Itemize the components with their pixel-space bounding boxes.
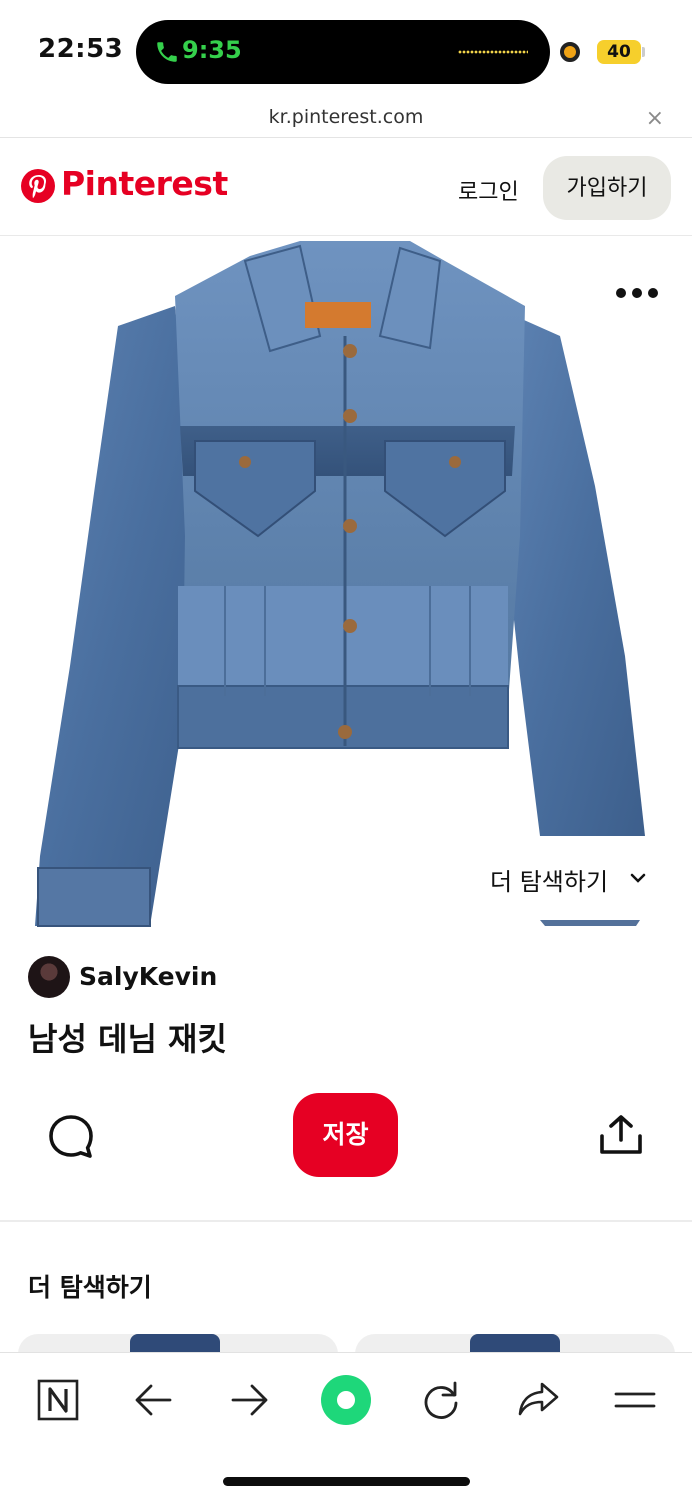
related-pin-card[interactable] <box>18 1334 338 1354</box>
more-options-icon[interactable] <box>614 286 660 300</box>
explore-more-link[interactable]: 더 탐색하기 <box>490 862 608 897</box>
denim-jacket-image <box>35 241 645 927</box>
share-icon[interactable] <box>513 1375 563 1425</box>
url-bar[interactable]: kr.pinterest.com × <box>0 100 692 138</box>
status-bar: 22:53 9:35 40 <box>0 0 692 100</box>
browser-toolbar <box>0 1352 692 1500</box>
home-indicator[interactable] <box>223 1477 470 1486</box>
forward-arrow-icon[interactable] <box>224 1375 274 1425</box>
related-pin-thumbnail <box>470 1334 560 1354</box>
audio-wave-indicator <box>458 50 528 54</box>
comment-icon[interactable] <box>48 1114 94 1160</box>
battery-cap <box>642 47 645 57</box>
pin-title: 남성 데님 재킷 <box>28 1020 227 1058</box>
clock-time: 22:53 <box>38 34 124 64</box>
url-text[interactable]: kr.pinterest.com <box>0 106 692 128</box>
record-icon[interactable] <box>319 1373 373 1427</box>
pinterest-logo-icon[interactable] <box>20 168 56 204</box>
close-icon[interactable]: × <box>646 106 664 131</box>
pin-image[interactable]: 더 탐색하기 <box>0 236 692 936</box>
signup-button[interactable]: 가입하기 <box>543 156 671 220</box>
chevron-down-icon[interactable] <box>630 872 646 884</box>
related-pin-thumbnail <box>130 1334 220 1354</box>
dynamic-island[interactable]: 9:35 <box>136 20 550 84</box>
phone-icon <box>157 42 177 62</box>
site-header: Pinterest 로그인 가입하기 <box>0 138 692 236</box>
related-pin-card[interactable] <box>355 1334 675 1354</box>
section-divider <box>0 1220 692 1222</box>
reload-icon[interactable] <box>416 1375 466 1425</box>
recording-indicator <box>560 42 580 62</box>
explore-more-heading: 더 탐색하기 <box>28 1273 152 1302</box>
back-arrow-icon[interactable] <box>129 1375 179 1425</box>
call-duration: 9:35 <box>182 36 242 64</box>
notion-icon[interactable] <box>33 1375 83 1425</box>
save-button[interactable]: 저장 <box>293 1093 398 1177</box>
avatar[interactable] <box>28 956 70 998</box>
pinterest-wordmark[interactable]: Pinterest <box>61 164 228 203</box>
author-name[interactable]: SalyKevin <box>79 962 217 991</box>
menu-icon[interactable] <box>610 1375 660 1425</box>
share-upload-icon[interactable] <box>598 1114 644 1156</box>
login-link[interactable]: 로그인 <box>458 174 519 206</box>
battery-level: 40 <box>597 40 641 64</box>
